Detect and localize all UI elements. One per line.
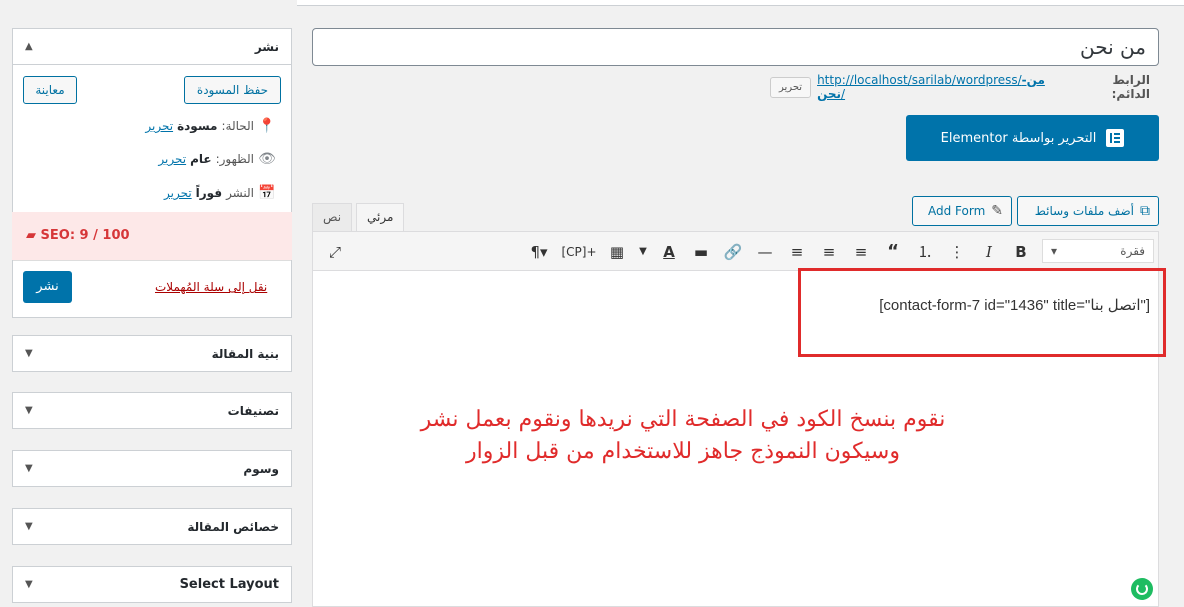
side-box-tags[interactable]: وسوم ▼ xyxy=(12,450,292,487)
annotation-line-2: وسيكون النموذج جاهز للاستخدام من قبل الز… xyxy=(466,439,900,464)
top-divider xyxy=(297,0,1184,6)
add-media-label: أضف ملفات وسائط xyxy=(1034,204,1134,218)
horizontal-line-icon[interactable]: — xyxy=(753,240,777,264)
publish-actions-divider xyxy=(13,260,291,261)
format-select[interactable]: فقرة xyxy=(1042,239,1154,263)
more-dropdown-icon[interactable]: ▼ xyxy=(635,240,651,264)
bold-icon[interactable]: B xyxy=(1009,240,1033,264)
publish-box-header[interactable]: نشر ▲ xyxy=(13,29,291,65)
highlight-box xyxy=(798,268,1166,357)
align-center-icon[interactable]: ≡ xyxy=(817,240,841,264)
visibility-value: عام xyxy=(190,152,212,166)
status-value: مسودة xyxy=(177,119,218,133)
grammarly-icon[interactable] xyxy=(1131,578,1153,600)
link-icon[interactable]: 🔗 xyxy=(721,240,745,264)
chevron-down-icon[interactable]: ▼ xyxy=(25,567,33,603)
numbered-list-icon[interactable]: ⒈ xyxy=(913,240,937,264)
chevron-down-icon[interactable]: ▼ xyxy=(25,451,33,487)
edit-with-elementor-button[interactable]: التحرير بواسطة Elementor xyxy=(906,115,1159,161)
add-form-button[interactable]: ✎ Add Form xyxy=(912,196,1012,226)
visibility-row: 👁 الظهور: عام تحرير xyxy=(12,151,290,167)
paragraph-mark-icon[interactable]: ¶▾ xyxy=(525,240,553,264)
side-box-title: بنية المقالة xyxy=(211,347,279,361)
permalink-trail: / xyxy=(841,87,846,101)
preview-button[interactable]: معاينة xyxy=(23,76,77,104)
fullscreen-icon[interactable]: ⤢ xyxy=(323,240,347,264)
side-box-title: خصائص المقالة xyxy=(187,520,279,534)
schedule-value: فوراً xyxy=(195,186,223,200)
elementor-button-label: التحرير بواسطة Elementor xyxy=(940,130,1097,146)
seo-icon: ▰ xyxy=(26,228,36,243)
blockquote-icon[interactable]: “ xyxy=(881,240,905,264)
status-edit-link[interactable]: تحرير xyxy=(145,119,173,133)
publish-button[interactable]: نشر xyxy=(23,271,72,303)
side-box-post-attributes[interactable]: خصائص المقالة ▼ xyxy=(12,508,292,545)
side-box-title: تصنيفات xyxy=(227,404,279,418)
status-row: 📍 الحالة: مسودة تحرير xyxy=(12,118,290,134)
seo-score-text: SEO: 9 / 100 xyxy=(40,228,130,243)
align-right-icon[interactable]: ≡ xyxy=(785,240,809,264)
editor-toolbar: ⤢ ¶▾ [CP]+ ▦ ▼ A ▬ 🔗 — ≡ ≡ ≡ “ ⒈ ⋮ I B ف… xyxy=(312,231,1159,271)
add-media-button[interactable]: ⧉ أضف ملفات وسائط xyxy=(1017,196,1159,226)
add-form-label: Add Form xyxy=(927,204,986,218)
side-box-post-format[interactable]: بنية المقالة ▼ xyxy=(12,335,292,372)
tab-visual[interactable]: مرئي xyxy=(356,203,405,232)
text-color-icon[interactable]: A xyxy=(657,240,681,264)
bullet-list-icon[interactable]: ⋮ xyxy=(945,240,969,264)
schedule-row: 📅 النشر فوراً تحرير xyxy=(12,185,290,201)
table-icon[interactable]: ▦ xyxy=(605,240,629,264)
cp-button[interactable]: [CP]+ xyxy=(557,240,601,264)
pin-icon: 📍 xyxy=(258,118,276,134)
chevron-down-icon[interactable]: ▼ xyxy=(25,336,33,372)
status-label: الحالة: xyxy=(221,119,254,133)
schedule-label: النشر xyxy=(226,186,254,200)
editor-tabs: نص مرئي xyxy=(312,203,408,232)
chevron-down-icon[interactable]: ▼ xyxy=(25,393,33,429)
side-box-select-layout[interactable]: Select Layout ▼ xyxy=(12,566,292,603)
align-left-icon[interactable]: ≡ xyxy=(849,240,873,264)
side-box-title: Select Layout xyxy=(179,577,279,592)
calendar-icon: 📅 xyxy=(258,185,276,201)
add-media-icon: ⧉ xyxy=(1140,203,1150,219)
read-more-icon[interactable]: ▬ xyxy=(689,240,713,264)
collapse-up-icon[interactable]: ▲ xyxy=(25,29,33,65)
permalink-row: الرابط الدائم: http://localhost/sarilab/… xyxy=(770,73,1150,101)
save-draft-button[interactable]: حفظ المسودة xyxy=(184,76,281,104)
chevron-down-icon[interactable]: ▼ xyxy=(25,509,33,545)
schedule-edit-link[interactable]: تحرير xyxy=(164,186,192,200)
side-box-categories[interactable]: تصنيفات ▼ xyxy=(12,392,292,429)
annotation-text: نقوم بنسخ الكود في الصفحة التي نريدها ون… xyxy=(350,404,1016,468)
move-to-trash-link[interactable]: نقل إلى سلة المُهملات xyxy=(155,280,267,294)
visibility-edit-link[interactable]: تحرير xyxy=(158,152,186,166)
tab-text[interactable]: نص xyxy=(312,203,353,231)
post-title-input[interactable]: من نحن xyxy=(312,28,1159,66)
permalink-edit-button[interactable]: تحرير xyxy=(770,76,812,98)
permalink-label: الرابط الدائم: xyxy=(1111,73,1150,101)
side-box-title: وسوم xyxy=(243,462,279,476)
add-form-icon: ✎ xyxy=(991,203,1003,219)
annotation-line-1: نقوم بنسخ الكود في الصفحة التي نريدها ون… xyxy=(420,407,946,432)
permalink-url[interactable]: http://localhost/sarilab/wordpress/من-نح… xyxy=(817,73,1066,101)
eye-icon: 👁 xyxy=(258,151,276,167)
publish-box-title: نشر xyxy=(254,40,279,54)
visibility-label: الظهور: xyxy=(215,152,254,166)
seo-score-row: ▰ SEO: 9 / 100 xyxy=(12,212,292,260)
seo-score: ▰ SEO: 9 / 100 xyxy=(26,228,130,243)
italic-icon[interactable]: I xyxy=(977,240,1001,264)
elementor-icon xyxy=(1106,129,1125,147)
permalink-base: http://localhost/sarilab/wordpress/ xyxy=(817,73,1022,87)
